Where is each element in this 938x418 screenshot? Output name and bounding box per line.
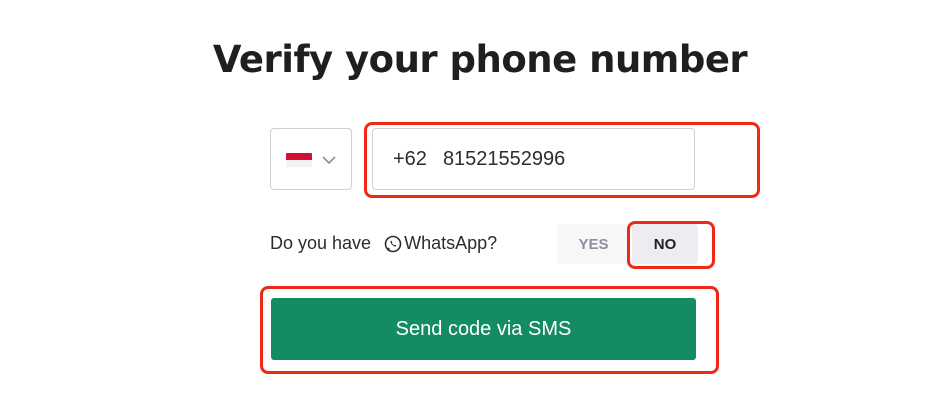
phone-number-value: 81521552996 — [442, 147, 566, 170]
send-code-sms-label: Send code via SMS — [395, 317, 572, 340]
phone-number-input[interactable]: +62 81521552996 — [372, 128, 695, 190]
whatsapp-icon — [384, 235, 402, 252]
whatsapp-question-suffix: WhatsApp? — [404, 233, 498, 253]
whatsapp-no-button[interactable]: NO — [632, 224, 698, 264]
indonesia-flag-icon — [286, 153, 312, 167]
send-code-sms-button[interactable]: Send code via SMS — [271, 298, 696, 360]
chevron-down-icon — [322, 156, 336, 165]
page-title: Verify your phone number — [212, 38, 748, 81]
country-code-prefix: +62 — [393, 147, 427, 170]
whatsapp-question: Do you have WhatsApp? — [270, 233, 497, 254]
country-code-select[interactable] — [270, 128, 352, 190]
whatsapp-yes-button[interactable]: YES — [557, 224, 630, 264]
whatsapp-question-prefix: Do you have — [270, 233, 372, 253]
